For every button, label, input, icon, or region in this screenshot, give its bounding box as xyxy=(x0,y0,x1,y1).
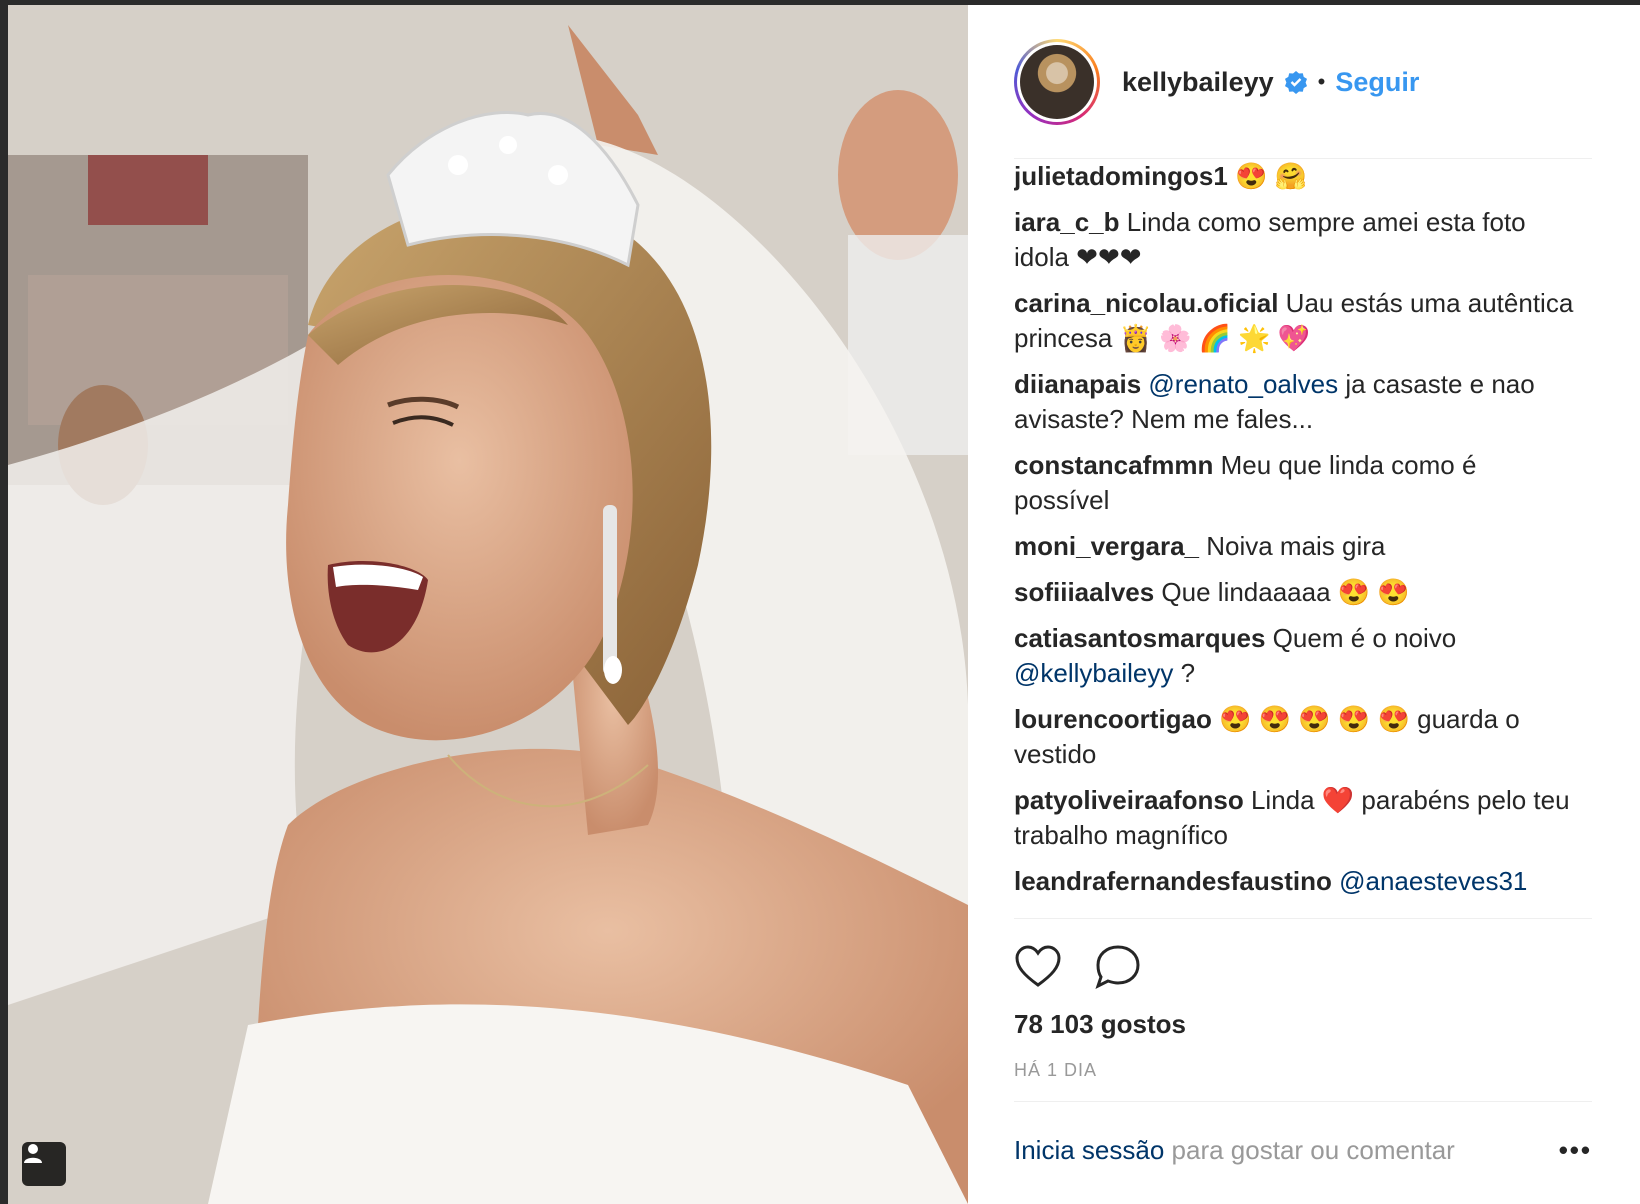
avatar-image xyxy=(1020,45,1094,119)
comment-item: lourencoortigao 😍 😍 😍 😍 😍 guarda o vesti… xyxy=(1014,702,1579,772)
comment-username[interactable]: diianapais xyxy=(1014,369,1141,399)
comment-item: carina_nicolau.oficial Uau estás uma aut… xyxy=(1014,286,1579,356)
instagram-post: kellybaileyy • Seguir julietadomingos1 😍… xyxy=(8,5,1640,1204)
comment-list[interactable]: julietadomingos1 😍 🤗 iara_c_b Linda como … xyxy=(1014,159,1579,917)
comment-item: julietadomingos1 😍 🤗 xyxy=(1014,159,1579,194)
post-timestamp[interactable]: HÁ 1 DIA xyxy=(1014,1060,1097,1081)
comment-mention-link[interactable]: @renato_oalves xyxy=(1148,369,1338,399)
avatar[interactable] xyxy=(1014,39,1100,125)
tag-user-button[interactable] xyxy=(22,1142,66,1186)
author-username[interactable]: kellybaileyy xyxy=(1122,67,1274,98)
comment-item: sofiiiaalves Que lindaaaaa 😍 😍 xyxy=(1014,575,1579,610)
comment-text: Quem é o noivo xyxy=(1265,623,1457,653)
comment-item: patyoliveiraafonso Linda ❤️ parabéns pel… xyxy=(1014,783,1579,853)
header-separator: • xyxy=(1317,69,1326,94)
comment-item: moni_vergara_ Noiva mais gira xyxy=(1014,529,1579,564)
comment-text: ? xyxy=(1173,658,1196,688)
likes-count[interactable]: 78 103 gostos xyxy=(1014,1009,1186,1040)
more-options-icon[interactable]: ••• xyxy=(1559,1135,1592,1166)
post-header: kellybaileyy • Seguir xyxy=(1014,37,1614,127)
comment-mention-link[interactable]: @anaesteves31 xyxy=(1339,866,1527,896)
comment-text xyxy=(1332,866,1339,896)
login-prompt: Inicia sessão para gostar ou comentar ••… xyxy=(1014,1135,1592,1166)
post-photo[interactable] xyxy=(8,5,968,1204)
comments-divider xyxy=(1014,918,1592,919)
tag-user-icon xyxy=(24,1144,42,1163)
comment-icon[interactable] xyxy=(1094,943,1142,991)
comment-username[interactable]: lourencoortigao xyxy=(1014,704,1212,734)
login-link[interactable]: Inicia sessão xyxy=(1014,1135,1164,1165)
comment-username[interactable]: constancafmmn xyxy=(1014,450,1213,480)
comment-username[interactable]: leandrafernandesfaustino xyxy=(1014,866,1332,896)
post-sidebar: kellybaileyy • Seguir julietadomingos1 😍… xyxy=(968,5,1640,1204)
follow-button[interactable]: Seguir xyxy=(1335,67,1419,98)
photo-illustration xyxy=(8,5,968,1204)
comment-text: Que lindaaaaa 😍 😍 xyxy=(1154,577,1410,607)
comment-username[interactable]: catiasantosmarques xyxy=(1014,623,1265,653)
comment-username[interactable]: iara_c_b xyxy=(1014,207,1120,237)
comment-username[interactable]: carina_nicolau.oficial xyxy=(1014,288,1278,318)
comment-item: catiasantosmarques Quem é o noivo @kelly… xyxy=(1014,621,1579,691)
comment-mention-link[interactable]: @kellybaileyy xyxy=(1014,658,1173,688)
comment-username[interactable]: julietadomingos1 xyxy=(1014,161,1228,191)
comment-username[interactable]: moni_vergara_ xyxy=(1014,531,1199,561)
login-rest-text: para gostar ou comentar xyxy=(1164,1135,1455,1165)
comment-text: Noiva mais gira xyxy=(1198,531,1386,561)
footer-divider xyxy=(1014,1101,1592,1102)
comment-text: 😍 🤗 xyxy=(1227,161,1308,191)
login-prompt-text: Inicia sessão para gostar ou comentar xyxy=(1014,1135,1455,1166)
comment-item: iara_c_b Linda como sempre amei esta fot… xyxy=(1014,205,1579,275)
comment-username[interactable]: patyoliveiraafonso xyxy=(1014,785,1244,815)
comment-item: leandrafernandesfaustino @anaesteves31 xyxy=(1014,864,1579,899)
action-bar xyxy=(1014,943,1174,991)
comment-item: constancafmmn Meu que linda como é possí… xyxy=(1014,448,1579,518)
comment-username[interactable]: sofiiiaalves xyxy=(1014,577,1154,607)
comment-item: diianapais @renato_oalves ja casaste e n… xyxy=(1014,367,1579,437)
verified-badge-icon xyxy=(1284,71,1307,94)
heart-icon[interactable] xyxy=(1014,943,1062,991)
